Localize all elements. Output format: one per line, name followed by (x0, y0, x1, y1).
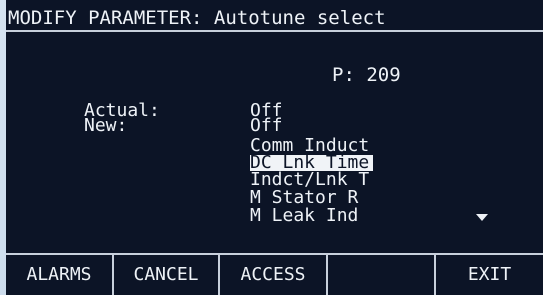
title-bar: MODIFY PARAMETER: Autotune select (6, 6, 543, 32)
title-label: MODIFY PARAMETER: (8, 7, 203, 29)
option-off[interactable]: Off (250, 117, 283, 135)
new-label: New: (84, 115, 128, 136)
option-m-leak-ind[interactable]: M Leak Ind (250, 207, 358, 225)
option-indct-lnk-t[interactable]: Indct/Lnk T (250, 171, 369, 189)
softkey-bar: ALARMS CANCEL ACCESS EXIT (6, 253, 543, 295)
title-parameter-name: Autotune select (213, 7, 386, 29)
scroll-down-arrow-icon[interactable] (476, 214, 488, 221)
cancel-softkey[interactable]: CANCEL (114, 255, 220, 295)
access-softkey[interactable]: ACCESS (220, 255, 328, 295)
parameter-number: P: 209 (332, 64, 401, 86)
blank-softkey[interactable] (328, 255, 436, 295)
option-m-stator-r[interactable]: M Stator R (250, 189, 358, 207)
lcd-screen: MODIFY PARAMETER: Autotune select P: 209… (6, 0, 543, 295)
exit-softkey[interactable]: EXIT (436, 255, 543, 295)
alarms-softkey[interactable]: ALARMS (6, 255, 114, 295)
